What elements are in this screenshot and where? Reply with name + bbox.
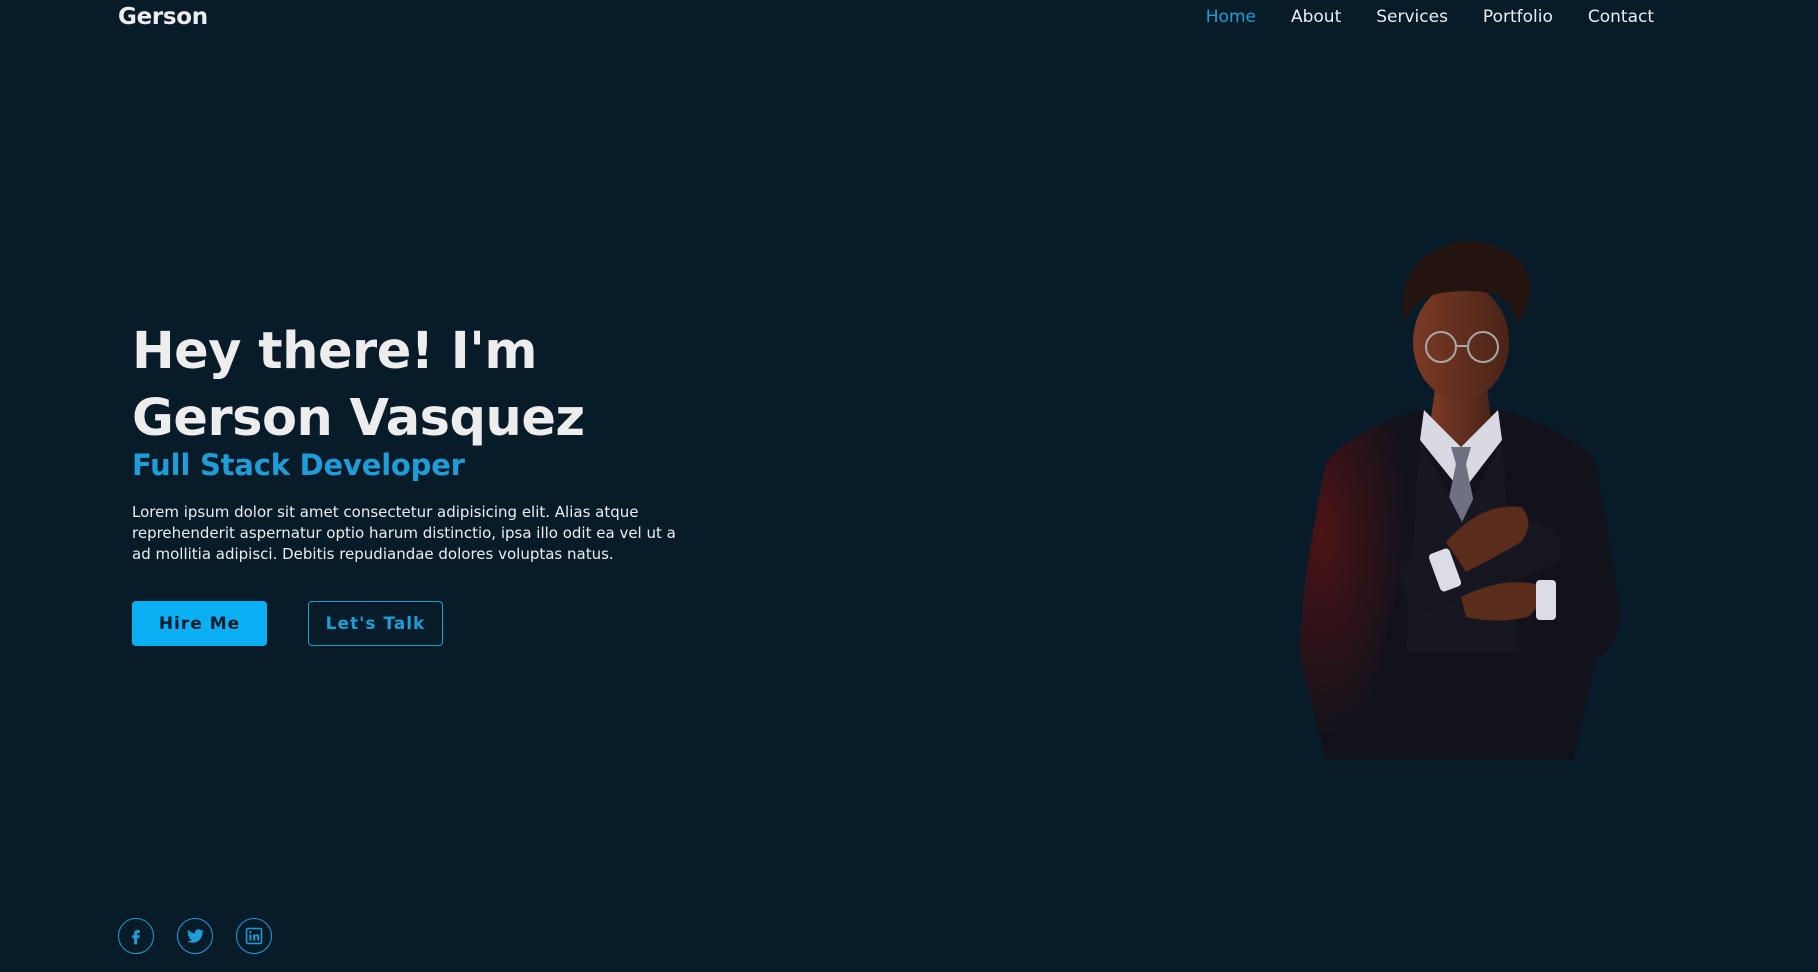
main-nav: Home About Services Portfolio Contact: [1206, 7, 1654, 27]
lets-talk-button[interactable]: Let's Talk: [308, 601, 443, 646]
hero-title-line1: Hey there! I'm: [132, 322, 538, 381]
hero-subtitle: Full Stack Developer: [132, 448, 465, 482]
facebook-icon: [132, 930, 140, 945]
nav-portfolio[interactable]: Portfolio: [1483, 7, 1553, 27]
twitter-link[interactable]: [177, 918, 213, 954]
nav-contact[interactable]: Contact: [1588, 7, 1654, 27]
linkedin-link[interactable]: [236, 918, 272, 954]
nav-services[interactable]: Services: [1376, 7, 1448, 27]
nav-home[interactable]: Home: [1206, 7, 1256, 27]
twitter-icon: [186, 929, 205, 943]
hire-me-button[interactable]: Hire Me: [132, 601, 267, 646]
hero-title: Hey there! I'm Gerson Vasquez: [132, 318, 692, 452]
site-header: Gerson Home About Services Portfolio Con…: [0, 0, 1818, 36]
social-links: [118, 918, 272, 954]
hero-buttons: Hire Me Let's Talk: [132, 601, 692, 646]
hero-description: Lorem ipsum dolor sit amet consectetur a…: [132, 503, 676, 563]
linkedin-icon: [245, 927, 263, 945]
logo[interactable]: Gerson: [118, 4, 208, 30]
hero-section: Hey there! I'm Gerson Vasquez Full Stack…: [132, 318, 692, 646]
page: Gerson Home About Services Portfolio Con…: [0, 0, 1818, 972]
profile-photo: [1296, 232, 1626, 760]
nav-about[interactable]: About: [1291, 7, 1341, 27]
facebook-link[interactable]: [118, 918, 154, 954]
hero-title-line2: Gerson Vasquez: [132, 389, 585, 448]
